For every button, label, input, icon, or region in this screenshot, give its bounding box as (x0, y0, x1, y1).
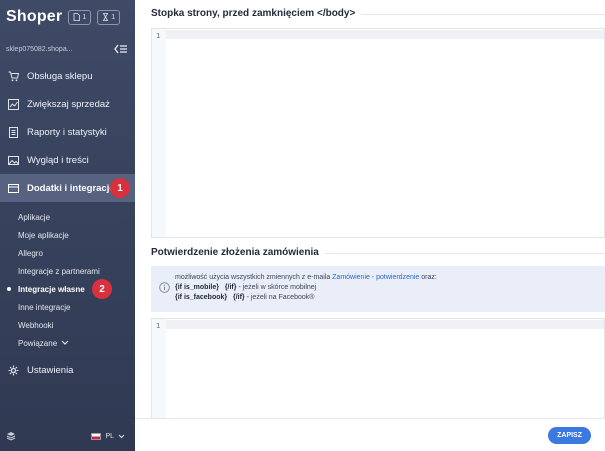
email-template-link[interactable]: Zamówienie - potwierdzenie (332, 274, 419, 281)
sidebar: Shoper 1 1 sklep075082.shopa... Obsługa … (0, 0, 135, 451)
layers-icon[interactable] (6, 431, 16, 441)
main-nav: Obsługa sklepu Zwiększaj sprzedaż Raport… (0, 62, 135, 384)
chart-icon (8, 98, 19, 110)
flag-pl-icon (91, 432, 102, 440)
section-title-footer: Stopka strony, przed zamknięciem </body> (151, 8, 362, 19)
chevron-down-icon (118, 434, 125, 438)
collapse-sidebar-icon[interactable] (114, 44, 127, 54)
subnav-moje-aplikacje[interactable]: Moje aplikacje (18, 226, 135, 244)
step-2-badge: 2 (92, 279, 112, 299)
subnav-webhooki[interactable]: Webhooki (18, 316, 135, 334)
subnav-powiazane[interactable]: Powiązane (18, 334, 135, 352)
store-name[interactable]: sklep075082.shopa... (6, 46, 73, 53)
report-icon (9, 126, 18, 138)
subnav-integracje-partnerami[interactable]: Integracje z partnerami (18, 262, 135, 280)
hourglass-icon (103, 13, 109, 21)
info-intro-end: oraz: (419, 274, 437, 281)
facebook-code: {if is_facebook} (175, 294, 228, 301)
tasks-badge[interactable]: 1 (97, 9, 121, 25)
mobile-desc: - jeżeli w skórce mobilnej (236, 284, 317, 291)
nav-label: Dodatki i integracje (27, 182, 115, 194)
mobile-close: {/if} (224, 284, 237, 291)
nav-item-obsluga[interactable]: Obsługa sklepu (0, 62, 135, 90)
nav-label: Obsługa sklepu (27, 70, 93, 82)
facebook-close: {/if} (232, 294, 245, 301)
section-title-order-confirm: Potwierdzenie złożenia zamówienia (151, 247, 325, 258)
nav-label: Zwiększaj sprzedaż (27, 98, 110, 110)
logo-row: Shoper 1 1 (6, 8, 129, 26)
documents-badge[interactable]: 1 (68, 9, 92, 25)
subnav-allegro[interactable]: Allegro (18, 244, 135, 262)
facebook-desc: - jeżeli na Facebook® (244, 294, 315, 301)
nav-label: Raporty i statystyki (27, 126, 107, 138)
info-text: możliwość użycia wszystkich zmiennych z … (175, 273, 437, 303)
info-icon (159, 282, 170, 293)
nav-item-dodatki[interactable]: Dodatki i integracje 1 (0, 174, 135, 202)
subnav-integracje-wlasne[interactable]: Integracje własne 2 (7, 279, 135, 299)
active-line (166, 30, 604, 39)
step-1-badge: 1 (110, 178, 130, 198)
language-label: PL (105, 432, 114, 440)
nav-item-zwiekszaj[interactable]: Zwiększaj sprzedaż (0, 90, 135, 118)
store-row: sklep075082.shopa... (6, 44, 127, 54)
nav-label: Ustawienia (27, 364, 74, 376)
nav-item-raporty[interactable]: Raporty i statystyki (0, 118, 135, 146)
nav-item-ustawienia[interactable]: Ustawienia (0, 356, 135, 384)
editor-gutter (152, 29, 166, 237)
line-number: 1 (156, 322, 161, 330)
gear-icon (8, 365, 19, 375)
documents-count: 1 (82, 13, 87, 21)
footer-code-editor[interactable]: 1 (151, 28, 605, 238)
addons-icon (8, 183, 19, 193)
info-intro: możliwość użycia wszystkich zmiennych z … (175, 274, 333, 281)
subnav-label: Powiązane (18, 338, 58, 348)
editor-gutter (152, 319, 166, 427)
cart-icon (8, 71, 19, 81)
document-icon (73, 13, 81, 21)
language-select[interactable]: PL (91, 432, 125, 440)
nav-label: Wygląd i treści (27, 154, 89, 166)
bottom-action-bar: ZAPISZ (135, 418, 605, 451)
info-box: możliwość użycia wszystkich zmiennych z … (151, 266, 605, 312)
subnav-inne-integracje[interactable]: Inne integracje (18, 298, 135, 316)
active-line (166, 320, 604, 329)
line-number: 1 (156, 32, 161, 40)
save-button[interactable]: ZAPISZ (548, 427, 591, 444)
chevron-down-icon (61, 340, 69, 345)
shoper-logo[interactable]: Shoper (6, 8, 62, 26)
order-confirm-code-editor[interactable]: 1 (151, 318, 605, 428)
image-icon (8, 155, 19, 165)
subnav: Aplikacje Moje aplikacje Allegro Integra… (0, 202, 135, 352)
sidebar-footer: PL (0, 421, 135, 451)
main-content: Stopka strony, przed zamknięciem </body>… (135, 0, 605, 451)
subnav-aplikacje[interactable]: Aplikacje (18, 208, 135, 226)
subnav-label: Integracje własne (18, 284, 85, 294)
mobile-code: {if is_mobile} (175, 284, 219, 291)
nav-item-wyglad[interactable]: Wygląd i treści (0, 146, 135, 174)
tasks-count: 1 (111, 13, 116, 21)
